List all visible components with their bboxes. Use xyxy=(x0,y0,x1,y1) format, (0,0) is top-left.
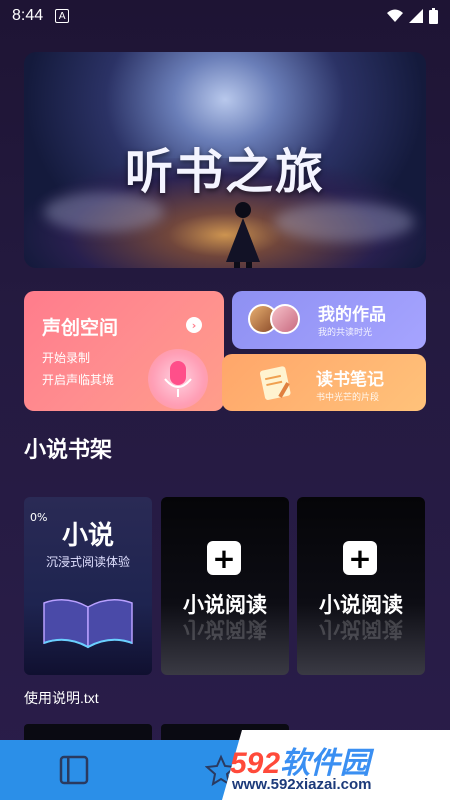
book-subtitle: 沉浸式阅读体验 xyxy=(45,555,130,569)
status-bar: 8:44 A xyxy=(0,0,450,32)
add-book-card[interactable]: + 小说阅读 小说阅读 xyxy=(161,497,289,675)
my-works-title: 我的作品 xyxy=(318,305,386,325)
bookshelf-icon[interactable] xyxy=(58,754,90,786)
status-icons xyxy=(387,8,438,24)
reading-notes-title: 读书笔记 xyxy=(316,370,384,390)
reading-notes-subtitle: 书中光芒的片段 xyxy=(316,393,380,403)
watermark: 592软件园 www.592xiazai.com xyxy=(222,730,450,800)
book-title: 小说 xyxy=(61,521,114,551)
voice-space-title: 声创空间 xyxy=(42,317,119,339)
watermark-url: www.592xiazai.com xyxy=(232,776,372,793)
voice-space-card[interactable]: 声创空间 › 开始录制 开启声临其境 xyxy=(24,291,224,411)
banner-cloud xyxy=(274,202,414,242)
plus-icon[interactable]: + xyxy=(343,541,377,575)
voice-space-line1: 开始录制 xyxy=(42,351,91,365)
my-works-subtitle: 我的共读时光 xyxy=(318,328,373,338)
wifi-icon xyxy=(387,9,403,22)
add-book-card[interactable]: + 小说阅读 小说阅读 xyxy=(297,497,425,675)
microphone-icon xyxy=(148,349,208,409)
plus-icon[interactable]: + xyxy=(207,541,241,575)
book-card[interactable]: 0% 小说 沉浸式阅读体验 xyxy=(24,497,152,675)
my-works-card[interactable]: 我的作品 我的共读时光 xyxy=(232,291,426,349)
banner-title: 听书之旅 xyxy=(124,144,325,200)
avatar xyxy=(270,304,300,334)
notepad-icon xyxy=(259,366,291,401)
bookshelf-title: 小说书架 xyxy=(24,438,113,463)
add-book-label-reflection: 小说阅读 xyxy=(183,617,267,641)
notification-indicator: A xyxy=(55,9,70,23)
book-file-name: 使用说明.txt xyxy=(24,690,99,706)
listener-figure-icon xyxy=(226,202,260,268)
battery-icon xyxy=(429,8,438,24)
signal-icon xyxy=(409,9,423,23)
voice-space-line2: 开启声临其境 xyxy=(42,373,115,387)
banner[interactable]: 听书之旅 xyxy=(24,52,426,268)
add-book-label-reflection: 小说阅读 xyxy=(319,617,403,641)
arrow-right-icon[interactable]: › xyxy=(186,317,202,333)
reading-notes-card[interactable]: 读书笔记 书中光芒的片段 xyxy=(222,354,426,411)
open-book-icon xyxy=(43,599,133,649)
status-time: 8:44 xyxy=(12,7,44,24)
